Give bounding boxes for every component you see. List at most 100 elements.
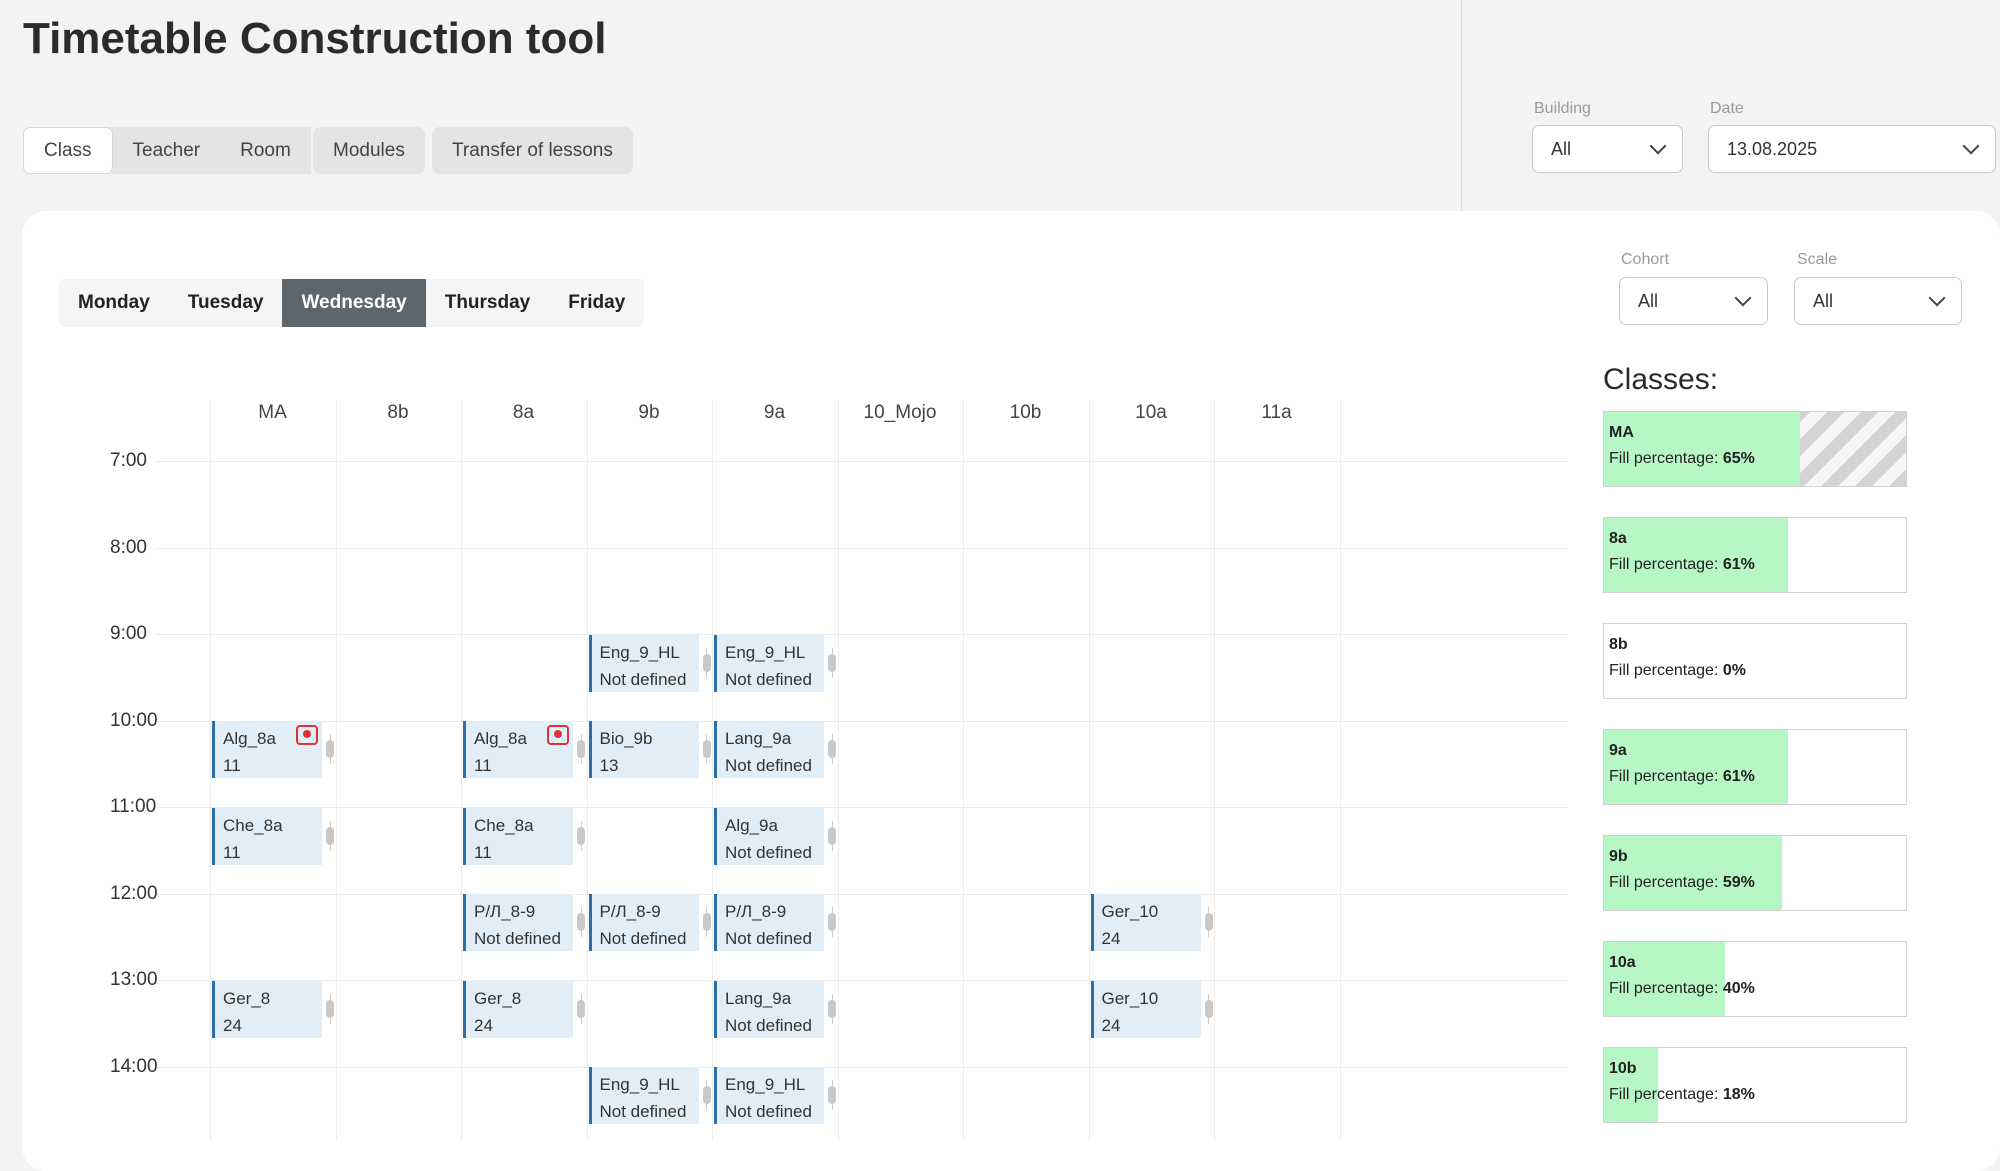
resize-handle[interactable] [828,725,836,773]
resize-handle[interactable] [828,1071,836,1119]
resize-handle[interactable] [828,639,836,687]
resize-handle[interactable] [702,639,711,687]
class-name: 9b [1609,848,1628,865]
class-fill-card[interactable]: 10a Fill percentage: 40% [1603,941,1907,1017]
grid-line-horizontal [155,461,1568,462]
day-tab-tuesday[interactable]: Tuesday [169,279,283,327]
lesson-detail: 24 [474,1015,493,1035]
fill-value: 61% [1722,556,1755,573]
lesson-subject: Che_8a [474,815,534,835]
lesson-card[interactable]: Che_8a 11 [463,807,585,865]
lesson-card[interactable]: Eng_9_HL Not defined [714,634,836,692]
column-header: 10a [1135,402,1167,423]
class-fill-card[interactable]: 10b Fill percentage: 18% [1603,1047,1907,1123]
tab-class[interactable]: Class [23,127,113,174]
cohort-value: All [1638,290,1659,311]
resize-handle[interactable] [326,812,334,860]
resize-handle[interactable] [577,725,585,773]
lesson-card[interactable]: Eng_9_HL Not defined [714,1067,836,1124]
lesson-card[interactable]: Alg_8a 11 [212,721,334,778]
fill-bar [1604,518,1789,592]
fill-percentage: Fill percentage: 59% [1609,874,1755,892]
grid-line-vertical [1339,400,1341,1140]
lesson-card[interactable]: Ger_8 24 [212,980,334,1038]
lesson-detail: Not defined [725,1102,812,1121]
transfer-lessons-button[interactable]: Transfer of lessons [432,127,633,174]
lesson-subject: Ger_10 [1101,902,1159,921]
day-tab-thursday[interactable]: Thursday [426,279,550,327]
fill-percentage: Fill percentage: 61% [1609,556,1755,574]
person-icon[interactable] [296,725,318,745]
lesson-card[interactable]: Eng_9_HL Not defined [588,634,711,692]
modules-button[interactable]: Modules [313,127,425,174]
resize-handle[interactable] [577,985,585,1033]
grid-line-horizontal [155,634,1568,635]
cohort-select[interactable]: All [1619,277,1768,325]
resize-handle[interactable] [577,898,585,946]
class-fill-card[interactable]: 8b Fill percentage: 0% [1603,623,1907,699]
scale-select[interactable]: All [1794,277,1962,325]
lesson-card[interactable]: Bio_9b 13 [588,721,711,778]
grid-line-vertical [1214,400,1215,1140]
lesson-subject: Eng_9_HL [599,1075,680,1094]
fill-label: Fill percentage: [1609,662,1719,679]
resize-handle[interactable] [326,985,334,1033]
resize-handle[interactable] [828,898,836,946]
resize-handle[interactable] [1204,898,1213,946]
fill-value: 65% [1722,450,1755,467]
lesson-subject: Lang_9a [725,729,792,748]
resize-handle[interactable] [1204,985,1213,1033]
date-select[interactable]: 13.08.2025 [1708,125,1996,173]
resize-handle[interactable] [702,1071,711,1119]
tab-teacher[interactable]: Teacher [112,127,221,174]
lesson-subject: Lang_9a [725,988,792,1008]
person-icon[interactable] [547,725,569,745]
lesson-card[interactable]: Ger_10 24 [1090,980,1213,1038]
modules-group: Modules [313,127,425,174]
resize-handle[interactable] [702,725,711,773]
column-header: MA [258,402,287,423]
tab-room[interactable]: Room [220,127,311,174]
date-value: 13.08.2025 [1727,138,1818,159]
page-title: Timetable Construction tool [23,14,607,63]
lesson-card[interactable]: Alg_9a Not defined [714,807,836,865]
lesson-card[interactable]: Che_8a 11 [212,807,334,865]
lesson-card[interactable]: Р/Л_8-9 Not defined [463,894,585,951]
chevron-down-icon [1649,137,1667,155]
lesson-detail: Not defined [474,929,561,948]
class-fill-card[interactable]: 9b Fill percentage: 59% [1603,835,1907,911]
grid-line-vertical [1088,400,1090,1140]
grid-line-vertical [963,400,964,1140]
day-tab-monday[interactable]: Monday [59,279,169,327]
chevron-down-icon [1962,137,1980,155]
resize-handle[interactable] [702,898,711,946]
lesson-card[interactable]: Lang_9a Not defined [714,721,836,778]
day-tab-friday[interactable]: Friday [549,279,644,327]
resize-handle[interactable] [577,812,585,860]
class-fill-card[interactable]: MA Fill percentage: 65% [1603,411,1907,487]
resize-handle[interactable] [326,725,334,773]
lesson-card[interactable]: Р/Л_8-9 Not defined [714,894,836,951]
fill-hatch [1800,412,1906,486]
lesson-card[interactable]: Ger_8 24 [463,980,585,1038]
lesson-detail: 11 [474,756,492,775]
lesson-card[interactable]: Ger_10 24 [1090,894,1213,951]
resize-handle[interactable] [828,985,836,1033]
time-label: 10:00 [110,709,158,731]
column-header: 8b [387,402,409,423]
lesson-card[interactable]: Alg_8a 11 [463,721,585,778]
class-fill-card[interactable]: 8a Fill percentage: 61% [1603,517,1907,593]
lesson-card[interactable]: Lang_9a Not defined [714,980,836,1038]
grid-line-vertical [586,400,588,1140]
lesson-subject: Che_8a [223,815,283,835]
grid-line-vertical [461,400,462,1140]
class-name: 9a [1609,742,1627,759]
building-value: All [1551,138,1572,159]
class-fill-card[interactable]: 9a Fill percentage: 61% [1603,729,1907,805]
resize-handle[interactable] [828,812,836,860]
day-tab-wednesday[interactable]: Wednesday [282,279,426,327]
building-select[interactable]: All [1532,125,1683,173]
lesson-card[interactable]: Eng_9_HL Not defined [588,1067,711,1124]
lesson-card[interactable]: Р/Л_8-9 Not defined [588,894,711,951]
day-tabs: Monday Tuesday Wednesday Thursday Friday [59,279,645,327]
